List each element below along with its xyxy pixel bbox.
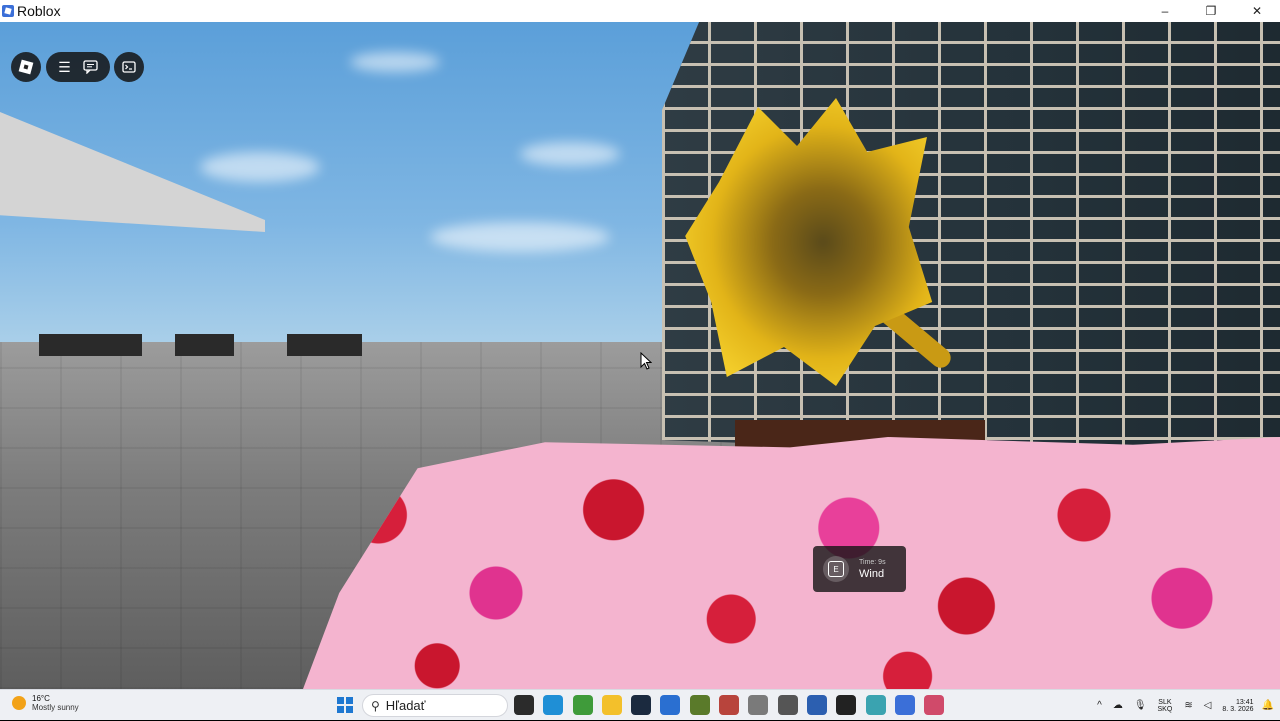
window-title: Roblox <box>17 3 61 19</box>
weather-widget[interactable]: 16°C Mostly sunny <box>12 694 79 712</box>
roblox-logo-icon <box>18 59 34 75</box>
dark-block <box>287 334 362 356</box>
clock-time: 13:41 <box>1236 698 1254 706</box>
prompt-key: E <box>828 561 844 577</box>
system-tray: ^ ☁ 🎙 SLK SKQ ≋ ◁ 13:41 8. 3. 2026 🔔 <box>1097 690 1280 721</box>
wind-proximity-prompt[interactable]: E Time: 9s Wind <box>813 546 906 592</box>
app-blue-taskbar-icon[interactable] <box>806 695 827 715</box>
edge-taskbar-icon[interactable] <box>543 695 564 715</box>
prompt-key-circle: E <box>823 556 849 582</box>
hamburger-menu-icon[interactable]: ☰ <box>58 60 71 74</box>
search-placeholder: Hľadať <box>385 698 426 713</box>
game-viewport[interactable]: ☰ E Time: 9s Wind <box>0 22 1280 689</box>
maximize-button[interactable]: ❐ <box>1188 0 1234 22</box>
roblox-logo-button[interactable] <box>11 52 41 82</box>
close-button[interactable]: ✕ <box>1234 0 1280 22</box>
notification-bell-icon[interactable]: 🔔 <box>1262 700 1274 711</box>
console-button[interactable] <box>114 52 144 82</box>
app-gray-taskbar-icon[interactable] <box>748 695 769 715</box>
clock-date: 8. 3. 2026 <box>1222 705 1254 713</box>
cloud <box>350 52 440 72</box>
window-controls: – ❐ ✕ <box>1142 0 1280 22</box>
weather-condition: Mostly sunny <box>32 703 79 712</box>
language-top: SLK <box>1158 698 1172 706</box>
clock[interactable]: 13:41 8. 3. 2026 <box>1222 699 1253 713</box>
minecraft-launcher-taskbar-icon[interactable] <box>689 695 710 715</box>
dark-block <box>175 334 234 356</box>
prompt-timer: Time: 9s <box>859 558 886 566</box>
cloud <box>200 152 320 182</box>
taskbar-pinned-apps <box>514 695 953 715</box>
wifi-icon[interactable]: ≋ <box>1184 700 1192 711</box>
cloud <box>430 222 610 252</box>
file-explorer-taskbar-icon[interactable] <box>601 695 622 715</box>
microphone-icon[interactable]: 🎙 <box>1134 700 1147 711</box>
menu-chat-group: ☰ <box>46 52 110 82</box>
chevron-up-icon[interactable]: ^ <box>1097 700 1102 711</box>
cloud <box>520 142 620 166</box>
app-spider-taskbar-icon[interactable] <box>777 695 798 715</box>
roblox-taskbar-icon[interactable] <box>894 695 915 715</box>
console-icon <box>122 61 136 73</box>
minecraft-taskbar-icon[interactable] <box>572 695 593 715</box>
steam-taskbar-icon[interactable] <box>631 695 652 715</box>
store-taskbar-icon[interactable] <box>660 695 681 715</box>
app-globe-taskbar-icon[interactable] <box>865 695 886 715</box>
task-view-taskbar-icon[interactable] <box>514 695 534 715</box>
snipping-tool-taskbar-icon[interactable] <box>924 695 945 715</box>
dark-block <box>39 334 142 356</box>
start-button[interactable] <box>337 697 353 713</box>
roblox-app-icon <box>2 5 14 17</box>
app-red-taskbar-icon[interactable] <box>719 695 740 715</box>
weather-temp: 16°C <box>32 694 50 703</box>
chat-icon[interactable] <box>83 60 98 74</box>
onedrive-icon[interactable]: ☁ <box>1113 700 1123 711</box>
volume-icon[interactable]: ◁ <box>1204 700 1212 711</box>
minimize-button[interactable]: – <box>1142 0 1188 22</box>
language-indicator[interactable]: SLK SKQ <box>1158 699 1173 713</box>
windows-taskbar: 16°C Mostly sunny ⚲ Hľadať ^ ☁ 🎙 SLK SKQ… <box>0 689 1280 720</box>
window-titlebar: Roblox – ❐ ✕ <box>0 0 1280 22</box>
heart-blanket <box>300 437 1280 689</box>
prompt-text: Time: 9s Wind <box>859 559 886 580</box>
windows-logo-icon <box>337 697 344 704</box>
language-bottom: SKQ <box>1157 705 1173 713</box>
search-icon: ⚲ <box>371 698 380 713</box>
taskbar-search[interactable]: ⚲ Hľadať <box>362 694 508 717</box>
sun-icon <box>12 696 26 710</box>
roblox-studio-taskbar-icon[interactable] <box>836 695 857 715</box>
prompt-action: Wind <box>859 567 885 580</box>
